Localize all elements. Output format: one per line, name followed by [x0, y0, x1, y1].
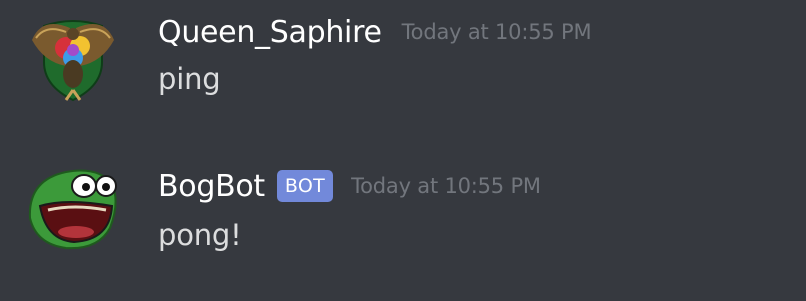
message: Queen_Saphire Today at 10:55 PM ping: [0, 0, 806, 130]
bot-tag-badge: BOT: [276, 170, 334, 202]
message-header: BogBot BOT Today at 10:55 PM: [158, 164, 541, 208]
timestamp[interactable]: Today at 10:55 PM: [402, 20, 592, 44]
message-content: pong!: [158, 218, 242, 252]
crest-avatar-icon[interactable]: [26, 10, 120, 104]
chat-messages: Queen_Saphire Today at 10:55 PM ping Bog…: [0, 0, 806, 301]
message-content: ping: [158, 62, 221, 96]
frog-avatar-icon[interactable]: [26, 158, 120, 252]
username[interactable]: Queen_Saphire: [158, 15, 382, 50]
username[interactable]: BogBot: [158, 169, 265, 204]
message-header: Queen_Saphire Today at 10:55 PM: [158, 10, 592, 54]
timestamp[interactable]: Today at 10:55 PM: [351, 174, 541, 198]
message: BogBot BOT Today at 10:55 PM pong!: [0, 150, 806, 280]
